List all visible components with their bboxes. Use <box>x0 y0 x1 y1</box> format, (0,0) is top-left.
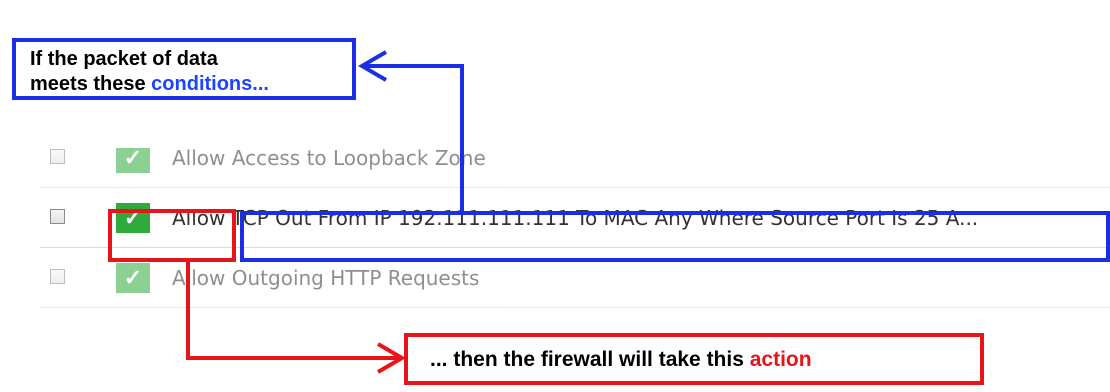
conditions-connector-line <box>364 64 464 211</box>
action-text-prefix: ... then the firewall will take this <box>430 348 750 371</box>
action-callout: ... then the firewall will take this act… <box>404 333 984 385</box>
action-highlight: action <box>749 348 812 371</box>
action-connector-line <box>186 262 400 360</box>
